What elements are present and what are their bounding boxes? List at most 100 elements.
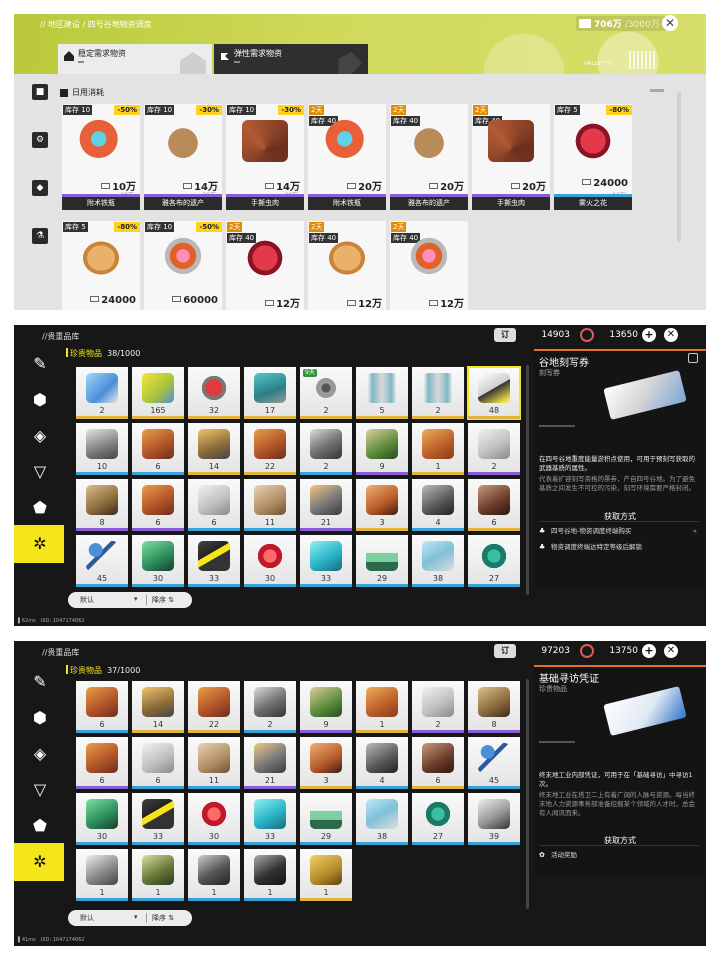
item-slot[interactable]: 33 bbox=[244, 793, 296, 845]
item-slot[interactable]: 27 bbox=[468, 535, 520, 587]
sidebar-item-triangle[interactable]: ▽ bbox=[14, 453, 64, 491]
item-slot[interactable]: 22 bbox=[188, 681, 240, 733]
item-slot[interactable]: 1 bbox=[244, 849, 296, 901]
item-slot[interactable]: 30 bbox=[244, 535, 296, 587]
item-slot[interactable]: 21 bbox=[300, 479, 352, 531]
item-slot[interactable]: 45 bbox=[468, 737, 520, 789]
item-slot[interactable]: 38 bbox=[356, 793, 408, 845]
supply-card[interactable]: 2天 库存 40 20万 附术铁瓶 bbox=[308, 104, 386, 210]
item-slot[interactable]: 48 bbox=[467, 366, 521, 420]
sort-order-button[interactable]: 降序 ⇅ bbox=[152, 595, 174, 605]
chevron-right-icon[interactable]: » bbox=[693, 525, 697, 537]
item-slot[interactable]: 4 bbox=[356, 737, 408, 789]
item-slot[interactable]: 33 bbox=[188, 535, 240, 587]
scrollbar[interactable] bbox=[526, 365, 529, 595]
item-slot[interactable]: 3 bbox=[300, 737, 352, 789]
item-slot[interactable]: 2 bbox=[76, 367, 128, 419]
item-slot[interactable]: 1 bbox=[412, 423, 464, 475]
item-slot[interactable]: 30 bbox=[76, 793, 128, 845]
item-slot[interactable]: 6 bbox=[468, 479, 520, 531]
item-slot[interactable]: 21 bbox=[244, 737, 296, 789]
sidebar-item-pack[interactable]: ⬟ bbox=[14, 807, 64, 845]
sidebar-item-pen-slash[interactable]: ✎ bbox=[14, 345, 64, 383]
item-slot[interactable]: 11 bbox=[244, 479, 296, 531]
close-button[interactable]: ✕ bbox=[664, 644, 678, 658]
item-slot[interactable]: 6 bbox=[76, 737, 128, 789]
gem-icon[interactable]: ◆ bbox=[32, 180, 48, 196]
item-slot[interactable]: 8 bbox=[468, 681, 520, 733]
tab-elastic-supplies[interactable]: 弹性需求物资 bbox=[214, 44, 368, 74]
chevron-down-icon[interactable]: ▾ bbox=[134, 595, 138, 603]
item-slot[interactable]: 2 bbox=[244, 681, 296, 733]
item-slot[interactable]: 27 bbox=[412, 793, 464, 845]
item-slot[interactable]: 29 bbox=[356, 535, 408, 587]
item-slot[interactable]: 45 bbox=[76, 535, 128, 587]
flask-icon[interactable]: ⚗ bbox=[32, 228, 48, 244]
item-slot[interactable]: 33 bbox=[300, 535, 352, 587]
supply-card[interactable]: 2天 库存 40 20万 雅各布的遗产 bbox=[390, 104, 468, 210]
item-slot[interactable]: 6 bbox=[188, 479, 240, 531]
item-slot[interactable]: 22 bbox=[244, 423, 296, 475]
item-slot[interactable]: 5 bbox=[356, 367, 408, 419]
item-slot[interactable]: 6 bbox=[132, 423, 184, 475]
source-item[interactable]: ♣ 四号谷地-物资调度终端购买 » bbox=[539, 525, 699, 537]
sidebar-item-triangle[interactable]: ▽ bbox=[14, 771, 64, 809]
gear-icon[interactable]: ⚙ bbox=[32, 132, 48, 148]
sidebar-item-cube[interactable]: ⬢ bbox=[14, 699, 64, 737]
item-slot[interactable]: 2 bbox=[300, 423, 352, 475]
sort-control[interactable]: 默认 ▾ 降序 ⇅ bbox=[68, 910, 192, 926]
supply-card[interactable]: 库存 10 -50% 60000 bbox=[144, 221, 222, 310]
scrollbar[interactable] bbox=[677, 92, 681, 242]
folder-icon[interactable]: ■ bbox=[32, 84, 48, 100]
item-slot[interactable]: 9 bbox=[356, 423, 408, 475]
item-slot[interactable]: 39 bbox=[468, 793, 520, 845]
supply-card[interactable]: 库存 10-30%14万20万手撕虫肉 bbox=[226, 104, 304, 210]
item-slot[interactable]: 17 bbox=[244, 367, 296, 419]
supply-card[interactable]: 2天 库存 40 12万 bbox=[308, 221, 386, 310]
item-slot[interactable]: 6 bbox=[76, 681, 128, 733]
item-slot[interactable]: 1 bbox=[76, 849, 128, 901]
sidebar-item-pen-slash[interactable]: ✎ bbox=[14, 663, 64, 701]
item-slot[interactable]: 1 bbox=[188, 849, 240, 901]
item-slot[interactable]: 6 bbox=[132, 479, 184, 531]
sidebar-item-gear[interactable]: ✲ bbox=[14, 843, 64, 881]
supply-card[interactable]: 库存 5 -80% 24000 bbox=[62, 221, 140, 310]
item-slot[interactable]: 14 bbox=[132, 681, 184, 733]
supply-card[interactable]: 2天 库存 40 12万 bbox=[226, 221, 304, 310]
item-slot[interactable]: 6 bbox=[132, 737, 184, 789]
sidebar-item-gear[interactable]: ✲ bbox=[14, 525, 64, 563]
chevron-down-icon[interactable]: ▾ bbox=[134, 913, 138, 921]
supply-card[interactable]: 库存 10-30%14万20万雅各布的遗产 bbox=[144, 104, 222, 210]
scrollbar[interactable] bbox=[526, 679, 529, 909]
filter-icon[interactable] bbox=[688, 353, 698, 363]
item-slot[interactable]: 1 bbox=[300, 849, 352, 901]
sort-default-label[interactable]: 默认 bbox=[80, 913, 94, 923]
item-slot[interactable]: 32 bbox=[188, 367, 240, 419]
sort-order-button[interactable]: 降序 ⇅ bbox=[152, 913, 174, 923]
sort-default-label[interactable]: 默认 bbox=[80, 595, 94, 605]
item-slot[interactable]: 38 bbox=[412, 535, 464, 587]
item-slot[interactable]: 1 bbox=[356, 681, 408, 733]
supply-card[interactable]: 库存 5-80%2400012万雾火之花 bbox=[554, 104, 632, 210]
item-slot[interactable]: 9 bbox=[300, 681, 352, 733]
item-slot[interactable]: 1 bbox=[132, 849, 184, 901]
item-slot[interactable]: 165 bbox=[132, 367, 184, 419]
item-slot[interactable]: 4 bbox=[412, 479, 464, 531]
close-button[interactable]: ✕ bbox=[662, 15, 678, 31]
source-item[interactable]: ✿ 活动奖励 bbox=[539, 849, 699, 861]
supply-card[interactable]: 2天 库存 40 12万 bbox=[390, 221, 468, 310]
item-slot[interactable]: 29 bbox=[300, 793, 352, 845]
item-slot[interactable]: 33 bbox=[132, 793, 184, 845]
add-currency-button[interactable]: + bbox=[642, 644, 656, 658]
item-slot[interactable]: 3 bbox=[356, 479, 408, 531]
add-currency-button[interactable]: + bbox=[642, 328, 656, 342]
sidebar-item-pack[interactable]: ⬟ bbox=[14, 489, 64, 527]
item-slot[interactable]: 30 bbox=[188, 793, 240, 845]
item-slot[interactable]: 30 bbox=[132, 535, 184, 587]
item-slot[interactable]: 2 bbox=[412, 681, 464, 733]
supply-card[interactable]: 库存 10-50%10万20万附术铁瓶 bbox=[62, 104, 140, 210]
sidebar-item-diamond[interactable]: ◈ bbox=[14, 735, 64, 773]
sort-control[interactable]: 默认 ▾ 降序 ⇅ bbox=[68, 592, 192, 608]
item-slot[interactable]: 10 bbox=[76, 423, 128, 475]
item-slot[interactable]: 11 bbox=[188, 737, 240, 789]
